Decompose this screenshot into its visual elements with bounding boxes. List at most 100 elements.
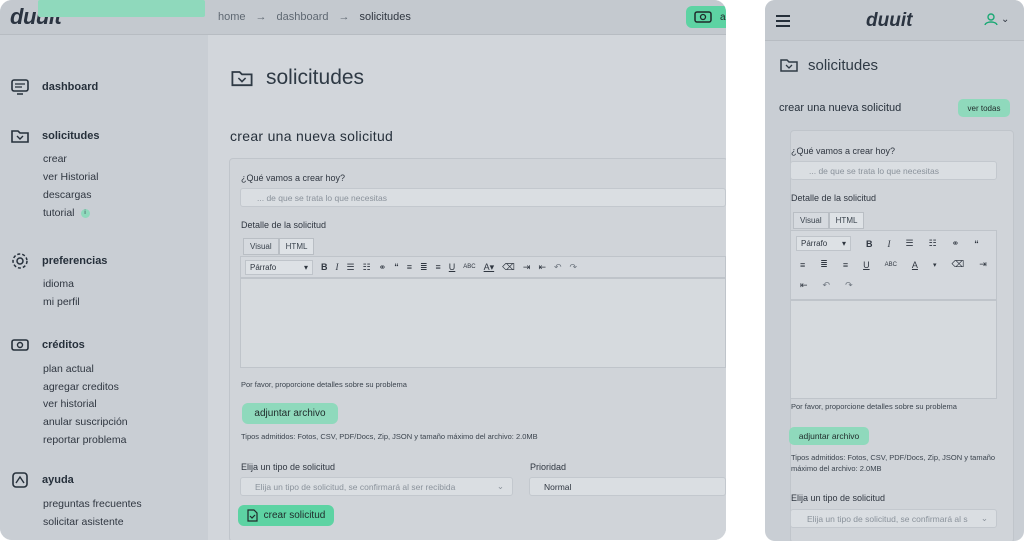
underline-icon[interactable]: U	[863, 260, 870, 270]
italic-icon[interactable]: I	[888, 239, 891, 249]
agent-label: ag	[720, 11, 726, 23]
breadcrumb-home[interactable]: home	[218, 11, 246, 23]
strikethrough-icon[interactable]: ABC	[463, 264, 475, 270]
sidebar-item-idioma[interactable]: idioma	[43, 278, 74, 290]
indent-icon[interactable]: ⇥	[979, 259, 987, 270]
chevron-down-icon: ⌄	[496, 481, 504, 491]
question-input[interactable]: ... de que se trata lo que necesitas	[240, 188, 726, 207]
underline-icon[interactable]: U	[449, 262, 456, 272]
chevron-down-icon: ⌄	[980, 513, 988, 523]
mobile-tab-html[interactable]: HTML	[828, 212, 865, 229]
link-icon[interactable]: ⚭	[952, 238, 960, 249]
priority-select[interactable]: Normal	[529, 477, 726, 496]
create-request-label: crear solicitud	[263, 510, 326, 521]
tab-html[interactable]: HTML	[278, 238, 315, 255]
align-right-icon[interactable]: ≡	[436, 262, 441, 272]
sidebar-item-plan-actual[interactable]: plan actual	[43, 363, 94, 375]
indent-icon[interactable]: ⇥	[523, 262, 531, 273]
sidebar-item-dashboard[interactable]: dashboard	[10, 77, 98, 97]
attach-file-button[interactable]: adjuntar archivo	[242, 403, 338, 424]
mobile-toolbar-row-2: ≡ ≣ ≡ U ABC A ▾ ⌫ ⇥	[800, 259, 987, 270]
format-select-value: Párrafo	[250, 262, 277, 272]
mobile-tab-visual[interactable]: Visual	[793, 212, 829, 229]
detail-label: Detalle de la solicitud	[241, 220, 327, 230]
eraser-icon[interactable]: ⌫	[502, 262, 515, 273]
redo-icon[interactable]: ↷	[570, 262, 578, 273]
priority-label: Prioridad	[530, 462, 567, 472]
sidebar-section-preferencias[interactable]: preferencias	[10, 251, 107, 271]
mobile-attach-file-button[interactable]: adjuntar archivo	[789, 427, 869, 445]
strikethrough-icon[interactable]: ABC	[885, 262, 897, 268]
create-request-button[interactable]: crear solicitud	[238, 505, 334, 526]
bold-icon[interactable]: B	[866, 239, 873, 249]
mobile-question-input[interactable]: ... de que se trata lo que necesitas	[790, 161, 997, 180]
mobile-request-type-select[interactable]: Elija un tipo de solicitud, se confirmar…	[790, 509, 997, 528]
user-menu[interactable]: ⌄	[984, 12, 1009, 26]
italic-icon[interactable]: I	[336, 262, 339, 272]
sidebar-item-preguntas-frecuentes[interactable]: preguntas frecuentes	[43, 498, 142, 510]
hamburger-menu-icon[interactable]	[776, 14, 790, 32]
tab-visual[interactable]: Visual	[243, 238, 279, 255]
chevron-down-icon: ⌄	[1001, 13, 1010, 25]
mobile-detail-editor[interactable]	[790, 300, 997, 399]
money-icon	[694, 11, 712, 23]
money-icon	[11, 339, 29, 351]
outdent-icon[interactable]: ⇤	[800, 280, 808, 291]
sidebar-item-reportar-problema[interactable]: reportar problema	[43, 434, 126, 446]
eraser-icon[interactable]: ⌫	[951, 259, 964, 270]
mobile-logo[interactable]: duuit	[866, 10, 912, 32]
breadcrumb-dashboard[interactable]: dashboard	[277, 11, 329, 23]
folder-icon	[231, 71, 253, 87]
outdent-icon[interactable]: ⇤	[538, 262, 546, 273]
question-label: ¿Qué vamos a crear hoy?	[241, 173, 346, 183]
align-left-icon[interactable]: ≡	[800, 260, 805, 270]
sidebar-active-highlight	[38, 0, 205, 17]
sidebar-item-agregar-creditos[interactable]: agregar creditos	[43, 381, 119, 393]
numbered-list-icon[interactable]: ☷	[363, 262, 371, 273]
align-center-icon[interactable]: ≣	[820, 259, 828, 270]
undo-icon[interactable]: ↶	[554, 262, 562, 273]
align-left-icon[interactable]: ≡	[407, 262, 412, 272]
sidebar-item-solicitar-asistente[interactable]: solicitar asistente	[43, 516, 124, 528]
sidebar-section-creditos[interactable]: créditos	[10, 335, 85, 355]
sidebar-item-anular-suscripcion[interactable]: anular suscripción	[43, 416, 128, 428]
bold-icon[interactable]: B	[321, 262, 328, 272]
mobile-question-label: ¿Qué vamos a crear hoy?	[791, 146, 896, 156]
sidebar-section-ayuda[interactable]: ayuda	[10, 470, 74, 490]
align-right-icon[interactable]: ≡	[843, 260, 848, 270]
sidebar-item-crear[interactable]: crear	[43, 153, 67, 165]
sidebar-item-mi-perfil[interactable]: mi perfil	[43, 296, 80, 308]
undo-icon[interactable]: ↶	[823, 280, 831, 291]
detail-editor[interactable]	[240, 278, 726, 368]
monitor-icon	[11, 79, 29, 95]
request-type-select[interactable]: Elija un tipo de solicitud, se confirmar…	[240, 477, 513, 496]
caret-down-icon[interactable]: ▾	[933, 261, 937, 269]
mobile-form-title: crear una nueva solicitud	[779, 102, 902, 114]
redo-icon[interactable]: ↷	[845, 280, 853, 291]
quote-icon[interactable]: “	[974, 239, 979, 249]
numbered-list-icon[interactable]: ☷	[929, 238, 937, 249]
format-select-value: Párrafo	[801, 239, 828, 248]
request-type-label: Elija un tipo de solicitud	[241, 462, 336, 472]
view-all-button[interactable]: ver todas	[958, 99, 1010, 117]
sidebar-item-ver-historial[interactable]: ver Historial	[43, 171, 98, 183]
link-icon[interactable]: ⚭	[379, 262, 387, 273]
sidebar-item-descargas[interactable]: descargas	[43, 189, 91, 201]
align-center-icon[interactable]: ≣	[420, 262, 428, 273]
text-color-icon[interactable]: A	[912, 260, 918, 270]
format-select[interactable]: Párrafo ▾	[245, 259, 313, 275]
quote-icon[interactable]: “	[394, 262, 399, 272]
mobile-format-select[interactable]: Párrafo ▾	[796, 236, 851, 251]
page-title: solicitudes	[230, 66, 364, 90]
bullet-list-icon[interactable]: ☰	[347, 262, 355, 273]
request-type-placeholder: Elija un tipo de solicitud, se confirmar…	[255, 481, 456, 492]
sidebar-item-ver-historial-creditos[interactable]: ver historial	[43, 398, 97, 410]
priority-value: Normal	[544, 481, 572, 492]
breadcrumb: home → dashboard → solicitudes	[218, 11, 411, 23]
bullet-list-icon[interactable]: ☰	[906, 238, 914, 249]
sidebar-item-tutorial[interactable]: tutorial i	[43, 207, 90, 219]
agent-button[interactable]: ag	[686, 6, 726, 28]
sidebar-section-solicitudes[interactable]: solicitudes	[10, 126, 99, 146]
page-title-text: solicitudes	[266, 66, 365, 89]
text-color-icon[interactable]: A▾	[484, 262, 495, 273]
